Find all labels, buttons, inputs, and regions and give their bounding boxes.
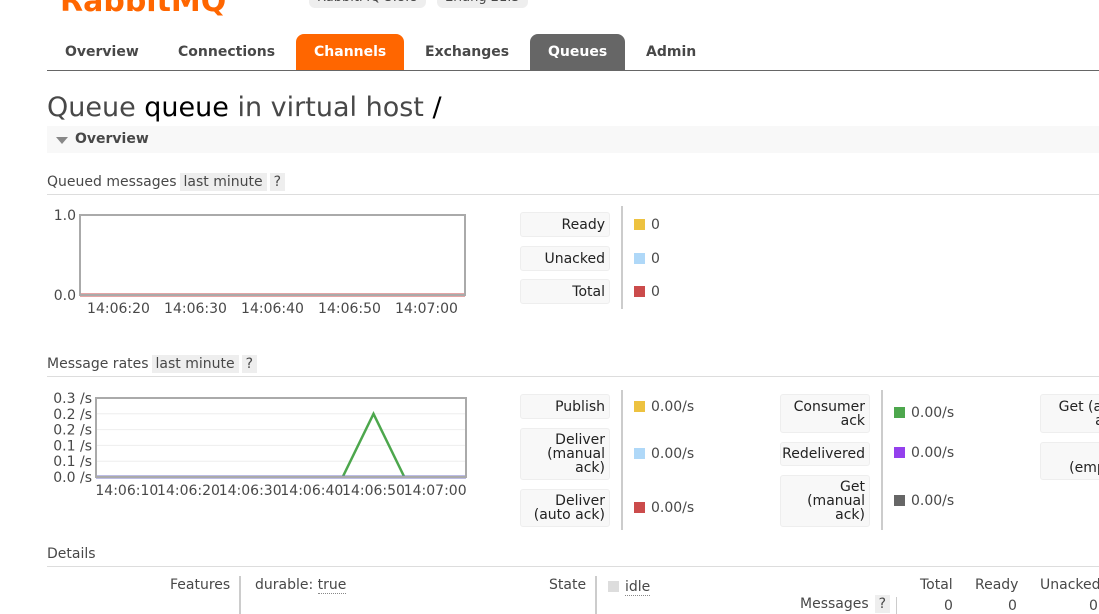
deliver-manual-swatch — [634, 448, 645, 459]
overview-section-toggle[interactable]: Overview — [47, 126, 1099, 153]
tab-channels[interactable]: Channels — [296, 34, 405, 70]
y-tick-label: 1.0 — [54, 208, 76, 224]
x-tick-label: 14:06:30 — [164, 301, 227, 317]
message-rates-chart: 0.0 /s0.1 /s0.1 /s0.2 /s0.2 /s0.3 /s14:0… — [53, 391, 467, 499]
messages-total-value: 0 — [944, 598, 953, 614]
get-empty-label: Get (empty) — [1040, 442, 1099, 480]
get-manual-label: Get (manual ack) — [780, 475, 870, 527]
x-tick-label: 14:06:20 — [157, 483, 220, 499]
ready-swatch — [634, 219, 645, 230]
y-tick-label: 0.1 /s — [53, 454, 92, 470]
ready-label: Ready — [520, 212, 610, 237]
main-nav: Overview Connections Channels Exchanges … — [47, 34, 1099, 71]
x-tick-label: 14:07:00 — [395, 301, 458, 317]
unacked-value: 0 — [634, 251, 660, 267]
y-tick-label: 0.2 /s — [53, 407, 92, 423]
features-value: durable: true — [255, 577, 347, 594]
divider — [595, 576, 597, 614]
messages-ready-value: 0 — [1008, 598, 1017, 614]
rabbitmq-logo[interactable]: RabbitMQTM — [60, 0, 241, 19]
x-tick-label: 14:06:30 — [219, 483, 282, 499]
x-tick-label: 14:06:50 — [342, 483, 405, 499]
deliver-auto-swatch — [634, 502, 645, 513]
redelivered-label: Redelivered — [780, 442, 870, 466]
version-badge: RabbitMQ 3.8.8 — [309, 0, 426, 8]
publish-swatch — [634, 401, 645, 412]
deliver-manual-label: Deliver (manual ack) — [520, 428, 610, 480]
publish-label: Publish — [520, 394, 610, 419]
deliver-auto-label: Deliver (auto ack) — [520, 489, 610, 527]
messages-label: Messages? — [800, 595, 891, 613]
divider — [896, 597, 897, 614]
queued-messages-header: Queued messages last minute? — [47, 171, 1099, 195]
queued-messages-chart: 0.0 1.0 14:06:20 14:06:30 14:06:40 14:06:50 14… — [54, 208, 466, 317]
help-button[interactable]: ? — [269, 173, 286, 191]
total-label: Total — [520, 279, 610, 304]
triangle-down-icon — [56, 137, 68, 144]
range-selector[interactable]: last minute — [151, 355, 239, 373]
consumer-ack-label: Consumer ack — [780, 394, 870, 433]
tab-connections[interactable]: Connections — [160, 34, 293, 70]
state-value: idle — [608, 579, 651, 596]
tab-queues[interactable]: Queues — [530, 34, 626, 70]
tab-overview[interactable]: Overview — [47, 34, 157, 70]
y-tick-label: 0.0 /s — [53, 470, 92, 486]
state-label: State — [549, 577, 587, 593]
x-tick-label: 14:06:50 — [318, 301, 381, 317]
unacked-swatch — [634, 253, 645, 264]
ready-value: 0 — [634, 217, 660, 233]
plot-border — [95, 397, 467, 478]
unacked-label: Unacked — [520, 246, 610, 271]
details-header: Details — [47, 543, 1099, 567]
help-button[interactable]: ? — [241, 355, 258, 373]
y-tick-label: 0.1 /s — [53, 438, 92, 454]
state-idle-icon — [608, 581, 619, 592]
features-label: Features — [170, 577, 231, 593]
y-tick-label: 0.0 — [54, 288, 76, 304]
divider — [239, 576, 241, 614]
messages-col-total: Total — [920, 577, 953, 593]
tab-exchanges[interactable]: Exchanges — [407, 34, 527, 70]
tab-admin[interactable]: Admin — [628, 34, 714, 70]
divider — [621, 390, 623, 530]
x-tick-label: 14:06:40 — [241, 301, 304, 317]
x-tick-label: 14:06:10 — [95, 483, 158, 499]
messages-col-unacked: Unacked — [1040, 577, 1099, 593]
message-rates-header: Message rates last minute? — [47, 353, 1099, 377]
redelivered-swatch — [894, 447, 905, 458]
consumer-ack-swatch — [894, 407, 905, 418]
erlang-badge: Erlang 21.3 — [437, 0, 528, 8]
messages-col-ready: Ready — [975, 577, 1019, 593]
get-manual-swatch — [894, 495, 905, 506]
divider — [621, 206, 623, 309]
divider — [881, 390, 883, 530]
total-swatch — [634, 286, 645, 297]
get-auto-label: Get (auto ack) — [1040, 394, 1099, 433]
y-tick-label: 0.3 /s — [53, 391, 92, 407]
y-tick-label: 0.2 /s — [53, 423, 92, 439]
total-value: 0 — [634, 284, 660, 300]
x-tick-label: 14:06:20 — [87, 301, 150, 317]
help-button[interactable]: ? — [874, 595, 891, 613]
page-title: Queue queue in virtual host / — [47, 92, 442, 123]
x-tick-label: 14:07:00 — [404, 483, 467, 499]
range-selector[interactable]: last minute — [179, 173, 267, 191]
plot-border — [79, 214, 466, 296]
messages-unacked-value: 0 — [1089, 598, 1098, 614]
x-tick-label: 14:06:40 — [280, 483, 343, 499]
